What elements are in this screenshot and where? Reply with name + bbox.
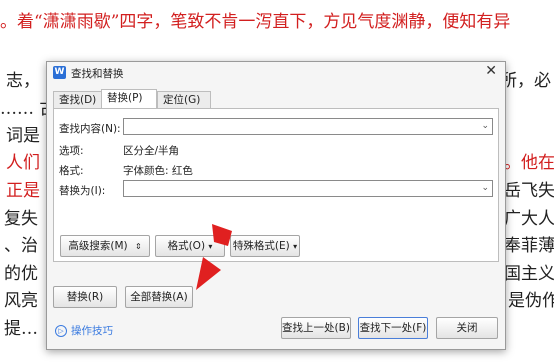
caret-down-icon: ▾ bbox=[293, 242, 298, 251]
doc-fragment: 广大人 bbox=[504, 209, 554, 229]
replace-panel: 查找内容(N): ⌄ 选项: 区分全/半角 格式: 字体颜色: 红色 替换为(I… bbox=[53, 108, 499, 262]
replace-input[interactable]: ⌄ bbox=[123, 180, 493, 197]
special-format-label: 特殊格式(E) bbox=[232, 240, 290, 252]
dialog-titlebar[interactable]: W 查找和替换 ✕ bbox=[47, 62, 505, 84]
find-next-button[interactable]: 查找下一处(F) bbox=[358, 317, 428, 339]
doc-line: 的优 bbox=[4, 264, 38, 284]
doc-fragment: 所，必 bbox=[500, 71, 551, 91]
find-replace-dialog: W 查找和替换 ✕ 查找(D) 替换(P) 定位(G) 查找内容(N): ⌄ 选… bbox=[46, 61, 506, 350]
help-icon[interactable]: ▷ bbox=[55, 325, 67, 337]
format-label: 格式: bbox=[59, 165, 84, 177]
options-value: 区分全/半角 bbox=[123, 145, 180, 157]
find-previous-button[interactable]: 查找上一处(B) bbox=[281, 317, 351, 339]
chevron-down-icon[interactable]: ⌄ bbox=[481, 121, 489, 131]
tips-link[interactable]: 操作技巧 bbox=[71, 323, 113, 338]
caret-down-icon: ▾ bbox=[208, 242, 213, 251]
close-button[interactable]: 关闭 bbox=[436, 317, 498, 339]
format-value: 字体颜色: 红色 bbox=[123, 165, 193, 177]
options-label: 选项: bbox=[59, 145, 84, 157]
chevron-down-icon[interactable]: ⌄ bbox=[481, 183, 489, 193]
advanced-search-button[interactable]: 高级搜索(M) ⇕ bbox=[60, 235, 150, 257]
tab-goto[interactable]: 定位(G) bbox=[157, 91, 211, 109]
format-button-label: 格式(O) bbox=[167, 240, 206, 252]
replace-with-label: 替换为(I): bbox=[59, 185, 106, 197]
tab-find[interactable]: 查找(D) bbox=[53, 91, 103, 109]
replace-button[interactable]: 替换(R) bbox=[53, 286, 117, 308]
dialog-title: 查找和替换 bbox=[71, 68, 124, 80]
doc-line: 志， bbox=[6, 71, 40, 91]
doc-line: 提… bbox=[4, 319, 38, 339]
close-icon[interactable]: ✕ bbox=[485, 63, 497, 79]
doc-line: 正是 bbox=[6, 181, 40, 201]
doc-line: 、治 bbox=[4, 236, 38, 256]
doc-fragment: 。他在 bbox=[504, 153, 554, 173]
wps-writer-icon: W bbox=[53, 66, 66, 79]
doc-fragment: 是伪作或 bbox=[508, 291, 554, 311]
expand-icon: ⇕ bbox=[134, 242, 142, 251]
find-input[interactable]: ⌄ bbox=[123, 118, 493, 135]
replace-all-button[interactable]: 全部替换(A) bbox=[125, 286, 193, 308]
doc-line: 词是 bbox=[6, 126, 40, 146]
doc-line: 。着“潇潇雨歇”四字，笔致不肯一泻直下，方见气度渊静，便知有异 bbox=[0, 12, 511, 32]
special-format-button[interactable]: 特殊格式(E) ▾ bbox=[230, 235, 300, 257]
doc-line: 风亮 bbox=[4, 291, 38, 311]
format-button[interactable]: 格式(O) ▾ bbox=[155, 235, 225, 257]
doc-fragment: 岳飞失 bbox=[504, 181, 554, 201]
doc-fragment: 奉菲薄 bbox=[504, 236, 554, 256]
tab-replace[interactable]: 替换(P) bbox=[101, 89, 157, 110]
doc-line: 复失 bbox=[4, 209, 38, 229]
doc-fragment: 国主义 bbox=[504, 264, 554, 284]
doc-line: 人们 bbox=[6, 153, 40, 173]
find-label: 查找内容(N): bbox=[59, 123, 121, 135]
advanced-search-label: 高级搜索(M) bbox=[68, 240, 128, 252]
